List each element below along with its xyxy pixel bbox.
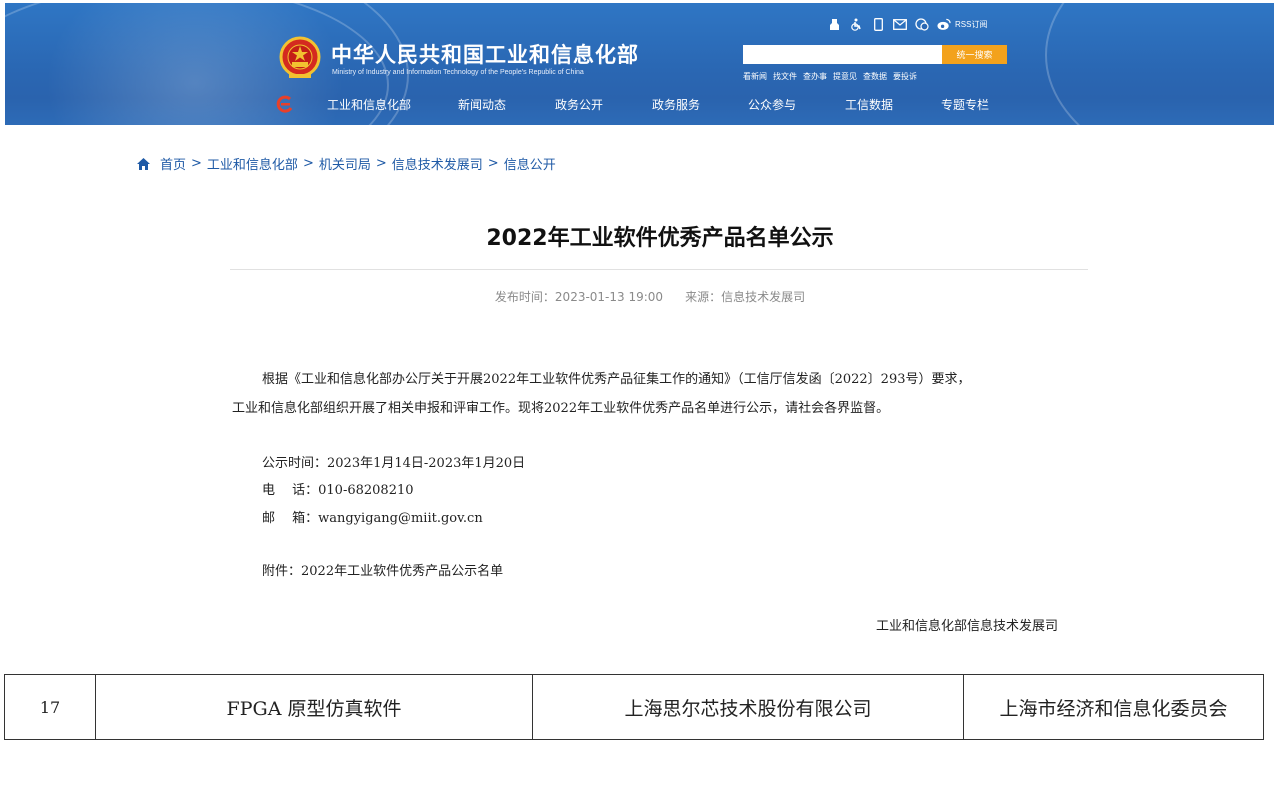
breadcrumb-ministry[interactable]: 工业和信息化部	[207, 154, 298, 173]
quick-link-feedback[interactable]: 提意见	[833, 71, 857, 82]
wheelchair-icon[interactable]	[849, 17, 863, 31]
nav-item-data[interactable]: 工信数据	[845, 96, 893, 113]
table-cell-recommender: 上海市经济和信息化委员会	[963, 674, 1264, 740]
breadcrumb-departments[interactable]: 机关司局	[319, 154, 371, 173]
nav-item-public-participation[interactable]: 公众参与	[748, 96, 796, 113]
breadcrumb-separator: >	[191, 156, 202, 171]
article-title: 2022年工业软件优秀产品名单公示	[486, 226, 834, 251]
site-logo-icon[interactable]	[276, 95, 294, 113]
quick-link-files[interactable]: 找文件	[773, 71, 797, 82]
main-nav: 工业和信息化部 新闻动态 政务公开 政务服务 公众参与 工信数据 专题专栏	[5, 86, 1274, 122]
signature: 工业和信息化部信息技术发展司	[876, 619, 1059, 634]
breadcrumb-info-disclosure[interactable]: 信息公开	[504, 154, 556, 173]
wechat-icon[interactable]	[915, 17, 929, 31]
breadcrumb-separator: >	[487, 156, 499, 171]
rss-link[interactable]: RSS订阅	[955, 19, 987, 30]
breadcrumb-separator: >	[302, 156, 314, 171]
unified-search-button[interactable]: 统一搜索	[942, 45, 1007, 64]
site-subtitle: Ministry of Industry and Information Tec…	[332, 69, 584, 76]
nav-item-government-services[interactable]: 政务服务	[652, 96, 700, 113]
nav-item-special-topics[interactable]: 专题专栏	[941, 96, 989, 113]
breadcrumb-home[interactable]: 首页	[160, 154, 186, 173]
table-row: 17 FPGA 原型仿真软件 上海思尔芯技术股份有限公司 上海市经济和信息化委员…	[4, 674, 1264, 740]
quick-link-news[interactable]: 看新闻	[743, 71, 767, 82]
search-input[interactable]	[743, 45, 942, 64]
table-cell-number: 17	[4, 674, 96, 740]
publish-time: 发布时间：2023-01-13 19:00	[494, 290, 664, 304]
body-paragraph-line: 根据《工业和信息化部办公厅关于开展2022年工业软件优秀产品征集工作的通知》（工…	[262, 372, 971, 387]
mail-icon[interactable]	[893, 17, 907, 31]
mobile-icon[interactable]	[871, 17, 885, 31]
quick-link-data[interactable]: 查数据	[863, 71, 887, 82]
quick-link-complaint[interactable]: 要投诉	[893, 71, 917, 82]
utility-icons: RSS订阅	[827, 17, 987, 31]
nav-item-ministry[interactable]: 工业和信息化部	[327, 96, 411, 113]
contact-email: 邮 箱：wangyigang@miit.gov.cn	[262, 511, 483, 526]
article-meta: 发布时间：2023-01-13 19:00 来源：信息技术发展司	[0, 288, 1280, 305]
product-table: 17 FPGA 原型仿真软件 上海思尔芯技术股份有限公司 上海市经济和信息化委员…	[4, 674, 1264, 740]
breadcrumb-it-development[interactable]: 信息技术发展司	[392, 154, 483, 173]
attachment-link[interactable]: 附件：2022年工业软件优秀产品公示名单	[262, 560, 503, 579]
article-source: 来源：信息技术发展司	[685, 290, 806, 304]
breadcrumb-separator: >	[375, 156, 387, 171]
contact-phone: 电 话：010-68208210	[262, 483, 414, 498]
nav-item-news[interactable]: 新闻动态	[458, 96, 506, 113]
notice-period: 公示时间：2023年1月14日-2023年1月20日	[262, 456, 526, 471]
quick-links: 看新闻 找文件 查办事 提意见 查数据 要投诉	[743, 71, 917, 82]
home-icon[interactable]	[136, 157, 151, 171]
site-title: 中华人民共和国工业和信息化部	[331, 43, 639, 67]
body-paragraph-line: 工业和信息化部组织开展了相关申报和评审工作。现将2022年工业软件优秀产品名单进…	[232, 401, 890, 416]
nav-item-government-affairs[interactable]: 政务公开	[555, 96, 603, 113]
accessibility-icon[interactable]	[827, 17, 841, 31]
breadcrumb: 首页 > 工业和信息化部 > 机关司局 > 信息技术发展司 > 信息公开	[136, 154, 556, 173]
table-cell-product: FPGA 原型仿真软件	[95, 674, 533, 740]
quick-link-services[interactable]: 查办事	[803, 71, 827, 82]
national-emblem-icon	[279, 36, 321, 78]
title-divider	[230, 269, 1088, 270]
weibo-icon[interactable]	[937, 17, 951, 31]
table-cell-company: 上海思尔芯技术股份有限公司	[532, 674, 964, 740]
